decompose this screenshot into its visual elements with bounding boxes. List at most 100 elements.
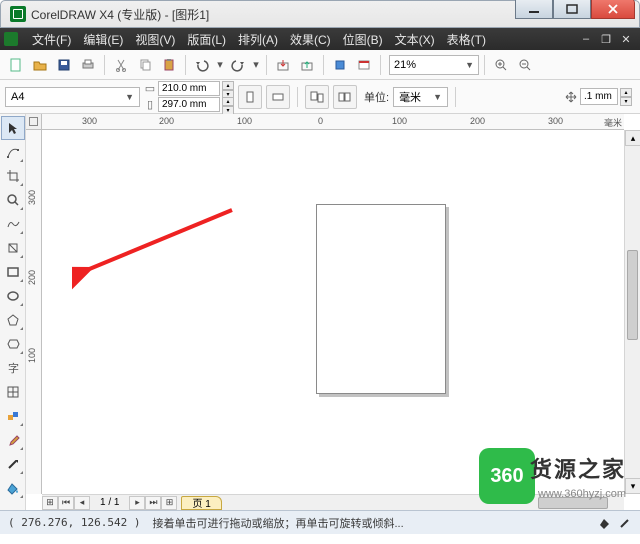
table-tool[interactable] — [1, 380, 25, 404]
text-tool[interactable]: 字 — [1, 356, 25, 380]
dropdown-arrow-icon: ▼ — [465, 60, 474, 70]
next-page-button[interactable]: ▸ — [129, 496, 145, 510]
nudge-field[interactable]: .1 mm — [580, 88, 618, 105]
work-area: 字 300 200 100 0 100 200 300 毫米 300 200 1… — [0, 114, 640, 510]
freehand-tool[interactable] — [1, 212, 25, 236]
vertical-scrollbar[interactable]: ▴ ▾ — [624, 130, 640, 494]
standard-toolbar: ▾ ▾ 21% ▼ — [0, 50, 640, 80]
page-size-combo[interactable]: A4 ▼ — [5, 87, 140, 107]
close-button[interactable] — [591, 0, 635, 19]
outline-tool[interactable] — [1, 452, 25, 476]
width-spinner[interactable]: ▴▾ — [222, 81, 234, 96]
rectangle-tool[interactable] — [1, 260, 25, 284]
all-pages-button[interactable] — [305, 85, 329, 109]
watermark-badge: 360 — [479, 448, 535, 504]
menu-bitmap[interactable]: 位图(B) — [337, 29, 389, 50]
add-page-before-button[interactable]: ⊞ — [42, 496, 58, 510]
vertical-ruler[interactable]: 300 200 100 — [26, 130, 42, 494]
page-width-field[interactable]: 210.0 mm — [158, 81, 220, 96]
zoom-out-button[interactable] — [514, 54, 536, 76]
app-logo-icon — [10, 6, 26, 22]
menu-text[interactable]: 文本(X) — [389, 29, 441, 50]
open-button[interactable] — [29, 54, 51, 76]
menu-view[interactable]: 视图(V) — [129, 29, 181, 50]
copy-button[interactable] — [134, 54, 156, 76]
page-height-field[interactable]: 297.0 mm — [158, 97, 220, 112]
print-button[interactable] — [77, 54, 99, 76]
menubar-logo-icon — [4, 32, 18, 46]
statusbar: ( 276.276, 126.542 ) 接着单击可进行拖动或缩放；再单击可旋转… — [0, 510, 640, 534]
zoom-value: 21% — [394, 59, 416, 71]
nudge-spinner[interactable]: ▴▾ — [620, 88, 632, 105]
page-counter: 1 / 1 — [90, 497, 129, 508]
dropdown-arrow-icon: ▼ — [125, 92, 134, 102]
paste-button[interactable] — [158, 54, 180, 76]
first-page-button[interactable]: ⏮ — [58, 496, 74, 510]
height-spinner[interactable]: ▴▾ — [222, 97, 234, 112]
menu-edit[interactable]: 编辑(E) — [77, 29, 129, 50]
landscape-button[interactable] — [266, 85, 290, 109]
maximize-button[interactable] — [553, 0, 591, 19]
annotation-arrow-icon — [72, 200, 242, 290]
undo-button[interactable] — [191, 54, 213, 76]
welcome-button[interactable] — [353, 54, 375, 76]
toolbox: 字 — [0, 114, 26, 510]
scroll-down-button[interactable]: ▾ — [625, 478, 640, 494]
page-size-value: A4 — [11, 91, 24, 103]
outline-swatch-icon[interactable] — [618, 516, 632, 530]
redo-button[interactable] — [227, 54, 249, 76]
basic-shapes-tool[interactable] — [1, 332, 25, 356]
minimize-button[interactable] — [515, 0, 553, 19]
save-button[interactable] — [53, 54, 75, 76]
menu-effects[interactable]: 效果(C) — [284, 29, 337, 50]
app-launcher-button[interactable] — [329, 54, 351, 76]
smart-fill-tool[interactable] — [1, 236, 25, 260]
doc-minimize-button[interactable]: ‒ — [578, 32, 594, 46]
cursor-coordinates: ( 276.276, 126.542 ) — [8, 516, 140, 529]
watermark-url: www.360hyzj.com — [538, 488, 626, 500]
fill-swatch-icon[interactable] — [598, 516, 612, 530]
cut-button[interactable] — [110, 54, 132, 76]
add-page-after-button[interactable]: ⊞ — [161, 496, 177, 510]
scroll-up-button[interactable]: ▴ — [625, 130, 640, 146]
interactive-blend-tool[interactable] — [1, 404, 25, 428]
zoom-tool[interactable] — [1, 188, 25, 212]
last-page-button[interactable]: ⏭ — [145, 496, 161, 510]
scroll-thumb-v[interactable] — [627, 250, 638, 340]
crop-tool[interactable] — [1, 164, 25, 188]
page-tab-1[interactable]: 页 1 — [181, 496, 221, 510]
document-window-controls: ‒ ❐ ✕ — [578, 32, 636, 46]
horizontal-ruler[interactable]: 300 200 100 0 100 200 300 毫米 — [42, 114, 624, 130]
page-navigator: ⊞ ⏮ ◂ 1 / 1 ▸ ⏭ ⊞ 页 1 — [42, 495, 222, 510]
prev-page-button[interactable]: ◂ — [74, 496, 90, 510]
eyedropper-tool[interactable] — [1, 428, 25, 452]
new-button[interactable] — [5, 54, 27, 76]
undo-history-button[interactable]: ▾ — [215, 54, 225, 76]
units-combo[interactable]: 毫米 ▼ — [393, 87, 448, 107]
menu-layout[interactable]: 版面(L) — [181, 29, 232, 50]
property-bar: A4 ▼ ▭ 210.0 mm ▴▾ ▯ 297.0 mm ▴▾ 单位: 毫米 … — [0, 80, 640, 114]
doc-close-button[interactable]: ✕ — [618, 32, 634, 46]
export-button[interactable] — [296, 54, 318, 76]
ruler-origin[interactable] — [26, 114, 42, 130]
menu-file[interactable]: 文件(F) — [26, 29, 77, 50]
window-title: CorelDRAW X4 (专业版) - [图形1] — [31, 6, 209, 23]
zoom-level-combo[interactable]: 21% ▼ — [389, 55, 479, 75]
pick-tool[interactable] — [1, 116, 25, 140]
polygon-tool[interactable] — [1, 308, 25, 332]
watermark-name: 货源之家 — [530, 452, 626, 484]
status-hint: 接着单击可进行拖动或缩放；再单击可旋转或倾斜... — [152, 515, 403, 531]
menu-table[interactable]: 表格(T) — [441, 29, 492, 50]
zoom-in-button[interactable] — [490, 54, 512, 76]
shape-tool[interactable] — [1, 140, 25, 164]
doc-restore-button[interactable]: ❐ — [598, 32, 614, 46]
menu-arrange[interactable]: 排列(A) — [232, 29, 284, 50]
import-button[interactable] — [272, 54, 294, 76]
portrait-button[interactable] — [238, 85, 262, 109]
current-page-button[interactable] — [333, 85, 357, 109]
fill-tool[interactable] — [1, 476, 25, 500]
canvas[interactable]: 300 200 100 0 100 200 300 毫米 300 200 100… — [26, 114, 640, 510]
horizontal-scrollbar: ⊞ ⏮ ◂ 1 / 1 ▸ ⏭ ⊞ 页 1 — [42, 494, 624, 510]
redo-history-button[interactable]: ▾ — [251, 54, 261, 76]
ellipse-tool[interactable] — [1, 284, 25, 308]
